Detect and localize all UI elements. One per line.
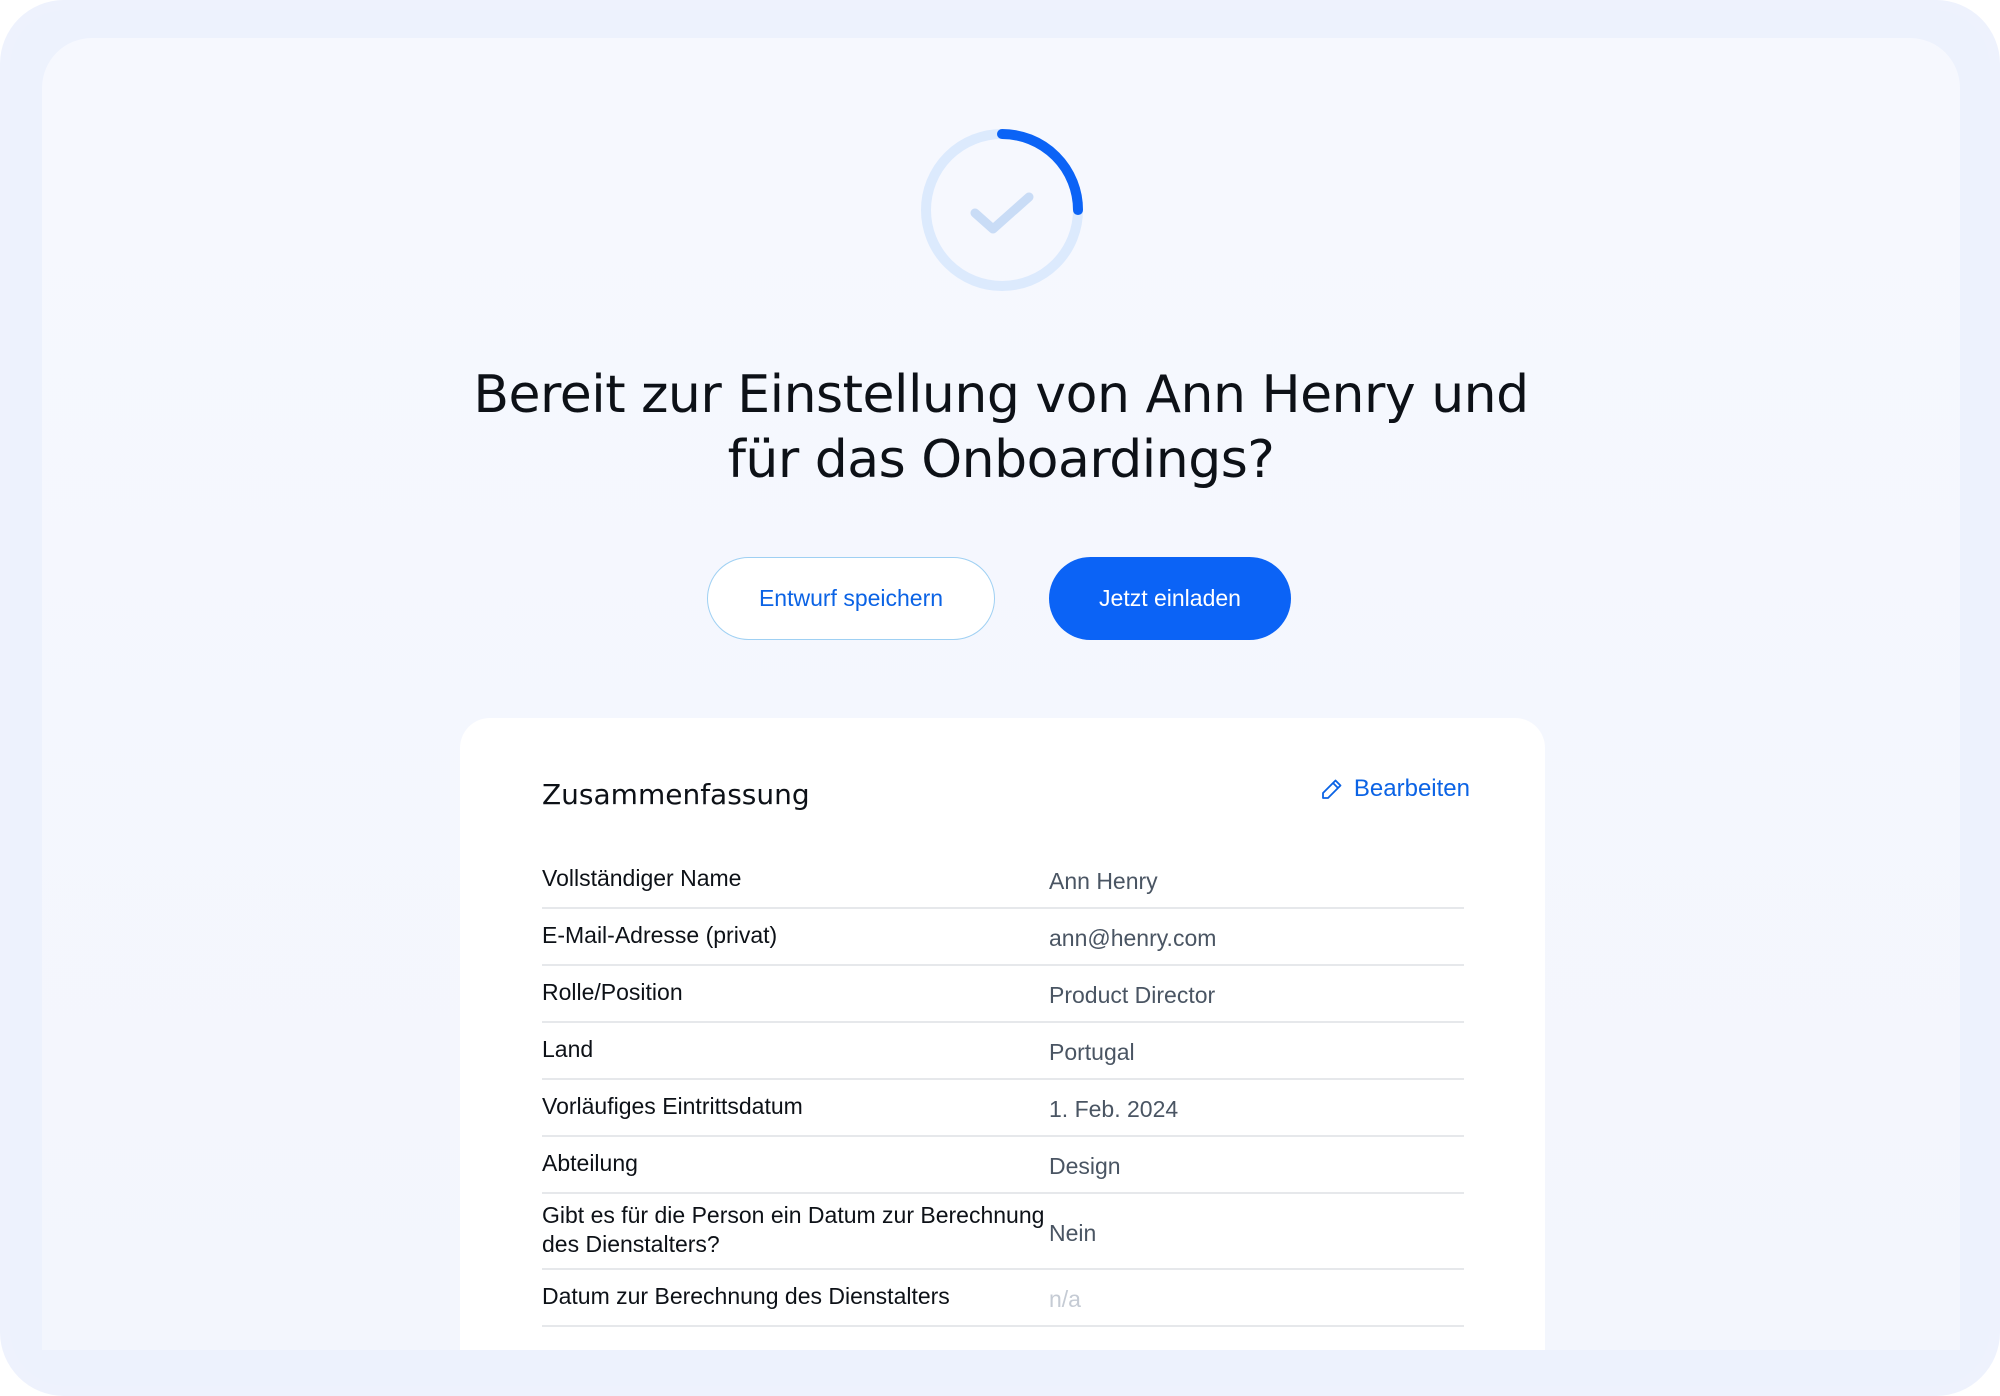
- summary-title: Zusammenfassung: [542, 778, 810, 811]
- pencil-icon: [1322, 779, 1342, 799]
- summary-row-seniority-date: Datum zur Berechnung des Dienstalters n/…: [542, 1270, 1464, 1327]
- summary-row-role: Rolle/Position Product Director: [542, 966, 1464, 1023]
- summary-row-country: Land Portugal: [542, 1023, 1464, 1080]
- row-label: Datum zur Berechnung des Dienstalters: [542, 1283, 950, 1309]
- summary-row-seniority-question: Gibt es für die Person ein Datum zur Ber…: [542, 1194, 1464, 1270]
- row-value: n/a: [1049, 1286, 1081, 1312]
- page-title: Bereit zur Einstellung von Ann Henry und…: [473, 365, 1529, 490]
- summary-row-department: Abteilung Design: [542, 1137, 1464, 1194]
- summary-row-start-date: Vorläufiges Eintrittsdatum 1. Feb. 2024: [542, 1080, 1464, 1137]
- summary-card: Zusammenfassung Bearbeiten Vollständiger…: [460, 718, 1545, 1350]
- row-label: Rolle/Position: [542, 979, 683, 1005]
- row-label: Abteilung: [542, 1150, 638, 1176]
- row-label: Vorläufiges Eintrittsdatum: [542, 1093, 803, 1119]
- row-label: Land: [542, 1036, 594, 1062]
- row-value: Product Director: [1049, 982, 1216, 1008]
- row-label: Gibt es für die Person ein Datum zur Ber…: [542, 1202, 1045, 1257]
- row-value: ann@henry.com: [1049, 925, 1217, 951]
- edit-label: Bearbeiten: [1353, 775, 1470, 802]
- row-value: Portugal: [1049, 1039, 1135, 1065]
- row-value: Nein: [1049, 1219, 1097, 1246]
- progress-ring: [921, 129, 1083, 291]
- summary-row-full-name: Vollständiger Name Ann Henry: [542, 852, 1464, 909]
- summary-table: Vollständiger Name Ann Henry E-Mail-Adre…: [542, 852, 1464, 1327]
- row-value: Design: [1049, 1153, 1121, 1179]
- summary-row-email: E-Mail-Adresse (privat) ann@henry.com: [542, 909, 1464, 966]
- check-icon: [970, 192, 1034, 234]
- row-value: 1. Feb. 2024: [1049, 1096, 1179, 1122]
- app-screen: Bereit zur Einstellung von Ann Henry und…: [42, 38, 1960, 1350]
- row-label: Vollständiger Name: [542, 865, 742, 891]
- row-value: Ann Henry: [1049, 868, 1158, 894]
- invite-now-button[interactable]: Jetzt einladen: [1049, 557, 1291, 640]
- edit-button[interactable]: Bearbeiten: [1320, 775, 1470, 803]
- row-label: E-Mail-Adresse (privat): [542, 922, 778, 948]
- save-draft-button[interactable]: Entwurf speichern: [707, 557, 995, 640]
- device-bottom-edge: [42, 1350, 1960, 1360]
